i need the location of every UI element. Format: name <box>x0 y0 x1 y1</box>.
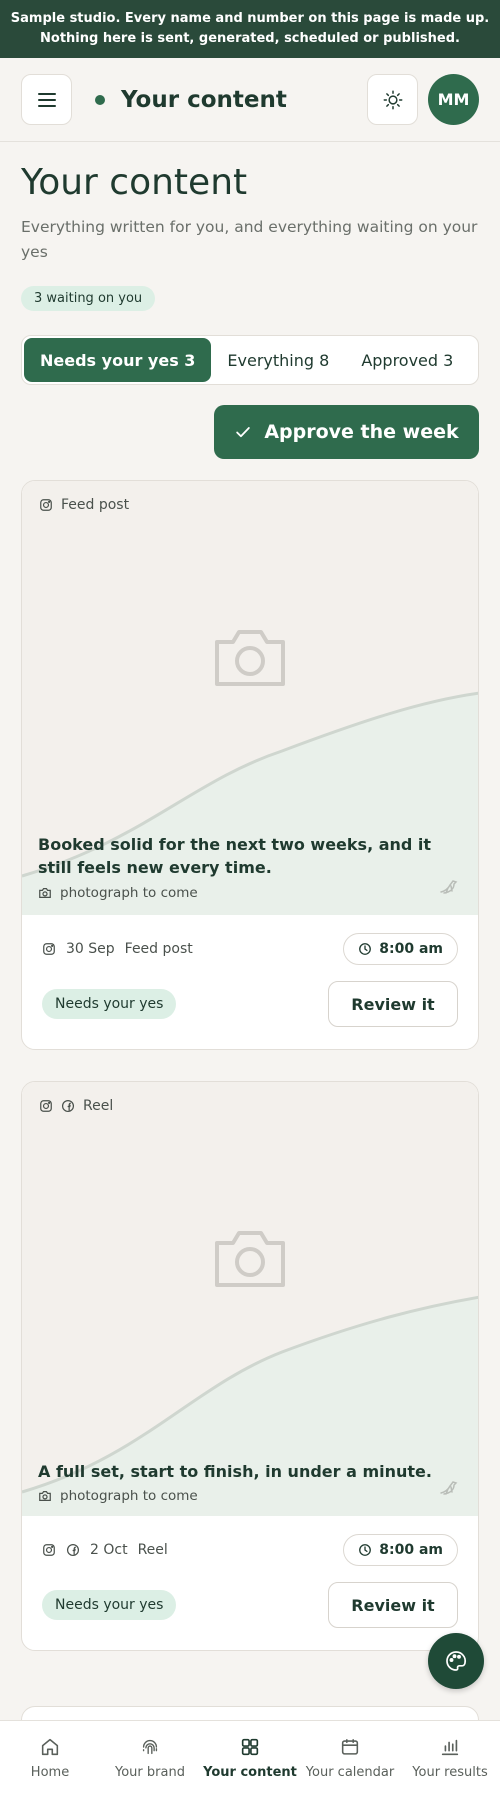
photo-note-text: photograph to come <box>60 1488 198 1504</box>
bird-icon <box>440 1481 458 1495</box>
approve-week-button[interactable]: Approve the week <box>214 405 479 459</box>
camera-icon <box>39 888 51 898</box>
tab-overflow[interactable]: C <box>469 338 478 382</box>
content-card: Feed post Booked solid for the next two … <box>21 480 479 1050</box>
card-media[interactable]: Feed post Booked solid for the next two … <box>22 481 478 915</box>
nav-content-label: Your content <box>203 1765 297 1780</box>
sun-icon <box>383 90 402 109</box>
fingerprint-icon <box>142 1739 158 1755</box>
top-bar: Your content MM <box>0 58 500 142</box>
instagram-icon <box>43 943 55 955</box>
card-footer: 2 Oct Reel 8:00 am Needs your yes Review… <box>22 1516 478 1650</box>
tab-needs-your-yes[interactable]: Needs your yes 3 <box>24 338 212 382</box>
time-text: 8:00 am <box>379 1542 443 1558</box>
approve-week-label: Approve the week <box>264 421 459 443</box>
camera-placeholder-icon <box>215 1231 285 1287</box>
topbar-title: Your content <box>121 86 287 113</box>
nav-calendar-label: Your calendar <box>305 1765 395 1780</box>
wave-decoration <box>22 1295 478 1516</box>
nav-home-label: Home <box>30 1765 70 1780</box>
grid-icon <box>241 1738 259 1756</box>
calendar-icon <box>341 1739 359 1755</box>
nav-results-label: Your results <box>412 1765 488 1780</box>
home-icon <box>41 1738 59 1756</box>
clock-icon <box>359 1544 372 1556</box>
bar-chart-icon <box>441 1739 459 1756</box>
status-badge: Needs your yes <box>42 989 177 1019</box>
card-meta: 30 Sep Feed post <box>42 941 193 957</box>
card-caption: Booked solid for the next two weeks, and… <box>38 835 432 877</box>
card-caption: A full set, start to finish, in under a … <box>38 1462 432 1481</box>
hamburger-icon <box>37 89 56 111</box>
facebook-icon <box>61 1099 75 1113</box>
status-badge: Needs your yes <box>42 1590 177 1620</box>
review-button[interactable]: Review it <box>328 981 458 1027</box>
content-card: Reel A full set, start to finish, in und… <box>21 1081 479 1651</box>
sample-banner: Sample studio. Every name and number on … <box>0 0 500 58</box>
photo-note-text: photograph to come <box>60 885 198 901</box>
time-pill[interactable]: 8:00 am <box>343 1534 458 1566</box>
card-type-text: Reel <box>83 1098 114 1114</box>
card-date: 2 Oct <box>90 1542 128 1558</box>
card-type-label: Feed post <box>39 497 129 513</box>
card-date: 30 Sep <box>66 941 115 957</box>
nav-brand-label: Your brand <box>115 1765 185 1780</box>
card-format: Reel <box>137 1542 168 1558</box>
card-format: Feed post <box>124 941 193 957</box>
banner-line-2: Nothing here is sent, generated, schedul… <box>40 31 460 46</box>
palette-icon <box>446 1651 467 1671</box>
camera-placeholder-icon <box>215 630 285 686</box>
instagram-icon <box>43 1544 55 1556</box>
instagram-icon <box>40 1100 52 1112</box>
bottom-nav: Home Your brand Your content Your calend… <box>0 1720 500 1795</box>
card-meta: 2 Oct Reel <box>42 1542 168 1558</box>
avatar[interactable]: MM <box>428 74 479 125</box>
nav-content[interactable]: Your content <box>200 1721 300 1795</box>
facebook-icon <box>66 1543 80 1557</box>
page-subtitle: Everything written for you, and everythi… <box>21 218 478 261</box>
theme-toggle-button[interactable] <box>367 74 418 125</box>
time-pill[interactable]: 8:00 am <box>343 933 458 965</box>
camera-icon <box>39 1491 51 1501</box>
card-footer: 30 Sep Feed post 8:00 am Needs your yes … <box>22 915 478 1049</box>
check-icon <box>236 427 251 438</box>
nav-calendar[interactable]: Your calendar <box>300 1721 400 1795</box>
card-type-label: Reel <box>39 1098 113 1114</box>
nav-home[interactable]: Home <box>0 1721 100 1795</box>
tab-approved[interactable]: Approved 3 <box>345 338 469 382</box>
time-text: 8:00 am <box>379 941 443 957</box>
card-media[interactable]: Reel A full set, start to finish, in und… <box>22 1082 478 1516</box>
palette-fab-button[interactable] <box>428 1633 484 1689</box>
photo-note: photograph to come <box>38 885 198 901</box>
banner-line-1: Sample studio. Every name and number on … <box>10 11 490 26</box>
instagram-icon <box>40 499 52 511</box>
nav-results[interactable]: Your results <box>400 1721 500 1795</box>
nav-brand[interactable]: Your brand <box>100 1721 200 1795</box>
photo-note: photograph to come <box>38 1488 198 1504</box>
clock-icon <box>359 943 372 955</box>
tab-everything[interactable]: Everything 8 <box>211 338 345 382</box>
bird-icon <box>440 880 458 894</box>
menu-button[interactable] <box>21 74 72 125</box>
review-button[interactable]: Review it <box>328 1582 458 1628</box>
filter-tabs: Needs your yes 3 Everything 8 Approved 3… <box>21 335 479 385</box>
status-dot <box>95 94 105 105</box>
waiting-badge: 3 waiting on you <box>21 286 156 311</box>
page-title: Your content <box>21 162 248 203</box>
card-type-text: Feed post <box>61 497 130 513</box>
